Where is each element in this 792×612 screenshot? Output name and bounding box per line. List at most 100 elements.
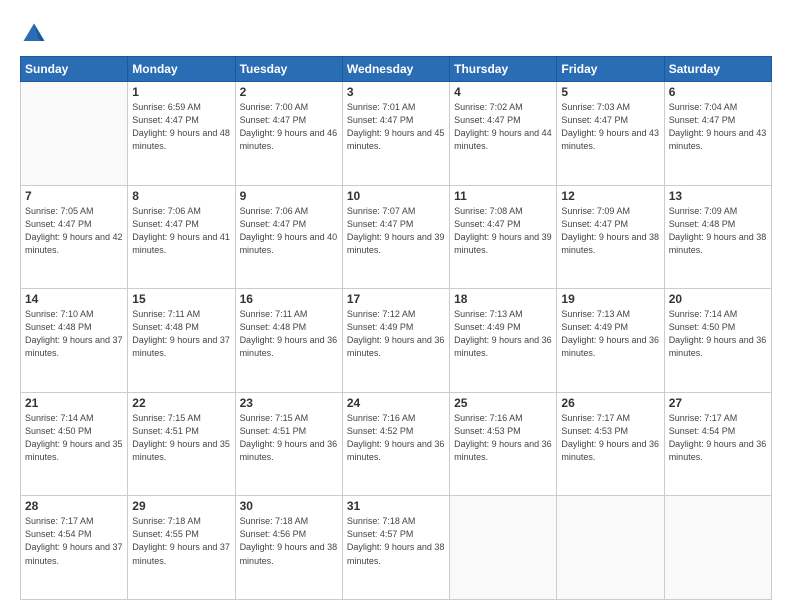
calendar-cell: 21 Sunrise: 7:14 AMSunset: 4:50 PMDayligh… [21, 392, 128, 496]
day-info: Sunrise: 7:16 AMSunset: 4:52 PMDaylight:… [347, 412, 445, 464]
calendar-table: SundayMondayTuesdayWednesdayThursdayFrid… [20, 56, 772, 600]
day-number: 29 [132, 499, 230, 513]
day-info: Sunrise: 7:13 AMSunset: 4:49 PMDaylight:… [561, 308, 659, 360]
calendar-cell: 16 Sunrise: 7:11 AMSunset: 4:48 PMDayligh… [235, 289, 342, 393]
calendar-cell: 13 Sunrise: 7:09 AMSunset: 4:48 PMDayligh… [664, 185, 771, 289]
day-number: 5 [561, 85, 659, 99]
day-number: 1 [132, 85, 230, 99]
day-info: Sunrise: 7:08 AMSunset: 4:47 PMDaylight:… [454, 205, 552, 257]
logo [20, 20, 52, 48]
day-info: Sunrise: 7:17 AMSunset: 4:53 PMDaylight:… [561, 412, 659, 464]
day-info: Sunrise: 7:07 AMSunset: 4:47 PMDaylight:… [347, 205, 445, 257]
day-info: Sunrise: 6:59 AMSunset: 4:47 PMDaylight:… [132, 101, 230, 153]
calendar-day-header: Thursday [450, 57, 557, 82]
day-number: 20 [669, 292, 767, 306]
calendar-day-header: Sunday [21, 57, 128, 82]
day-info: Sunrise: 7:09 AMSunset: 4:47 PMDaylight:… [561, 205, 659, 257]
calendar-cell: 9 Sunrise: 7:06 AMSunset: 4:47 PMDaylight… [235, 185, 342, 289]
day-number: 11 [454, 189, 552, 203]
day-number: 2 [240, 85, 338, 99]
day-number: 9 [240, 189, 338, 203]
calendar-cell: 4Sunrise: 7:02 AMSunset: 4:47 PMDaylight… [450, 82, 557, 186]
day-number: 19 [561, 292, 659, 306]
calendar-header-row: SundayMondayTuesdayWednesdayThursdayFrid… [21, 57, 772, 82]
calendar-cell: 25 Sunrise: 7:16 AMSunset: 4:53 PMDayligh… [450, 392, 557, 496]
calendar-day-header: Saturday [664, 57, 771, 82]
day-number: 13 [669, 189, 767, 203]
day-info: Sunrise: 7:16 AMSunset: 4:53 PMDaylight:… [454, 412, 552, 464]
day-info: Sunrise: 7:14 AMSunset: 4:50 PMDaylight:… [25, 412, 123, 464]
day-info: Sunrise: 7:11 AMSunset: 4:48 PMDaylight:… [132, 308, 230, 360]
calendar-cell: 15 Sunrise: 7:11 AMSunset: 4:48 PMDayligh… [128, 289, 235, 393]
day-info: Sunrise: 7:04 AMSunset: 4:47 PMDaylight:… [669, 101, 767, 153]
calendar-week-row: 14 Sunrise: 7:10 AMSunset: 4:48 PMDayligh… [21, 289, 772, 393]
day-number: 12 [561, 189, 659, 203]
calendar-week-row: 28 Sunrise: 7:17 AMSunset: 4:54 PMDayligh… [21, 496, 772, 600]
day-info: Sunrise: 7:18 AMSunset: 4:57 PMDaylight:… [347, 515, 445, 567]
day-number: 15 [132, 292, 230, 306]
day-info: Sunrise: 7:12 AMSunset: 4:49 PMDaylight:… [347, 308, 445, 360]
day-number: 14 [25, 292, 123, 306]
calendar-cell: 12 Sunrise: 7:09 AMSunset: 4:47 PMDayligh… [557, 185, 664, 289]
day-info: Sunrise: 7:17 AMSunset: 4:54 PMDaylight:… [25, 515, 123, 567]
day-number: 8 [132, 189, 230, 203]
header [20, 16, 772, 48]
calendar-day-header: Monday [128, 57, 235, 82]
calendar-cell: 17 Sunrise: 7:12 AMSunset: 4:49 PMDayligh… [342, 289, 449, 393]
day-number: 28 [25, 499, 123, 513]
day-number: 6 [669, 85, 767, 99]
day-number: 24 [347, 396, 445, 410]
calendar-cell: 3Sunrise: 7:01 AMSunset: 4:47 PMDaylight… [342, 82, 449, 186]
calendar-day-header: Friday [557, 57, 664, 82]
calendar-cell: 6 Sunrise: 7:04 AMSunset: 4:47 PMDaylight… [664, 82, 771, 186]
day-number: 22 [132, 396, 230, 410]
calendar-week-row: 21 Sunrise: 7:14 AMSunset: 4:50 PMDayligh… [21, 392, 772, 496]
day-number: 17 [347, 292, 445, 306]
calendar-cell: 23Sunrise: 7:15 AMSunset: 4:51 PMDayligh… [235, 392, 342, 496]
calendar-cell: 2Sunrise: 7:00 AMSunset: 4:47 PMDaylight… [235, 82, 342, 186]
day-info: Sunrise: 7:13 AMSunset: 4:49 PMDaylight:… [454, 308, 552, 360]
calendar-cell: 24 Sunrise: 7:16 AMSunset: 4:52 PMDayligh… [342, 392, 449, 496]
day-number: 30 [240, 499, 338, 513]
calendar-cell: 10Sunrise: 7:07 AMSunset: 4:47 PMDayligh… [342, 185, 449, 289]
calendar-cell: 20 Sunrise: 7:14 AMSunset: 4:50 PMDayligh… [664, 289, 771, 393]
day-info: Sunrise: 7:09 AMSunset: 4:48 PMDaylight:… [669, 205, 767, 257]
calendar-cell: 30 Sunrise: 7:18 AMSunset: 4:56 PMDayligh… [235, 496, 342, 600]
day-number: 31 [347, 499, 445, 513]
calendar-cell [664, 496, 771, 600]
day-info: Sunrise: 7:11 AMSunset: 4:48 PMDaylight:… [240, 308, 338, 360]
day-number: 27 [669, 396, 767, 410]
calendar-cell: 19 Sunrise: 7:13 AMSunset: 4:49 PMDayligh… [557, 289, 664, 393]
day-info: Sunrise: 7:17 AMSunset: 4:54 PMDaylight:… [669, 412, 767, 464]
calendar-cell: 14 Sunrise: 7:10 AMSunset: 4:48 PMDayligh… [21, 289, 128, 393]
day-number: 21 [25, 396, 123, 410]
calendar-cell [21, 82, 128, 186]
day-info: Sunrise: 7:03 AMSunset: 4:47 PMDaylight:… [561, 101, 659, 153]
page: SundayMondayTuesdayWednesdayThursdayFrid… [0, 0, 792, 612]
calendar-cell: 22 Sunrise: 7:15 AMSunset: 4:51 PMDayligh… [128, 392, 235, 496]
calendar-cell: 27 Sunrise: 7:17 AMSunset: 4:54 PMDayligh… [664, 392, 771, 496]
calendar-cell: 31 Sunrise: 7:18 AMSunset: 4:57 PMDayligh… [342, 496, 449, 600]
day-number: 18 [454, 292, 552, 306]
day-number: 25 [454, 396, 552, 410]
day-number: 16 [240, 292, 338, 306]
calendar-cell [557, 496, 664, 600]
day-number: 26 [561, 396, 659, 410]
calendar-cell: 18 Sunrise: 7:13 AMSunset: 4:49 PMDayligh… [450, 289, 557, 393]
calendar-cell: 29Sunrise: 7:18 AMSunset: 4:55 PMDayligh… [128, 496, 235, 600]
day-info: Sunrise: 7:10 AMSunset: 4:48 PMDaylight:… [25, 308, 123, 360]
calendar-cell: 8Sunrise: 7:06 AMSunset: 4:47 PMDaylight… [128, 185, 235, 289]
day-info: Sunrise: 7:06 AMSunset: 4:47 PMDaylight:… [240, 205, 338, 257]
day-info: Sunrise: 7:15 AMSunset: 4:51 PMDaylight:… [132, 412, 230, 464]
calendar-day-header: Tuesday [235, 57, 342, 82]
day-number: 7 [25, 189, 123, 203]
calendar-cell: 11 Sunrise: 7:08 AMSunset: 4:47 PMDayligh… [450, 185, 557, 289]
calendar-cell: 1 Sunrise: 6:59 AMSunset: 4:47 PMDaylight… [128, 82, 235, 186]
calendar-cell: 28 Sunrise: 7:17 AMSunset: 4:54 PMDayligh… [21, 496, 128, 600]
calendar-cell: 26 Sunrise: 7:17 AMSunset: 4:53 PMDayligh… [557, 392, 664, 496]
day-info: Sunrise: 7:15 AMSunset: 4:51 PMDaylight:… [240, 412, 338, 464]
calendar-cell: 5 Sunrise: 7:03 AMSunset: 4:47 PMDaylight… [557, 82, 664, 186]
day-number: 3 [347, 85, 445, 99]
day-info: Sunrise: 7:18 AMSunset: 4:56 PMDaylight:… [240, 515, 338, 567]
day-info: Sunrise: 7:14 AMSunset: 4:50 PMDaylight:… [669, 308, 767, 360]
